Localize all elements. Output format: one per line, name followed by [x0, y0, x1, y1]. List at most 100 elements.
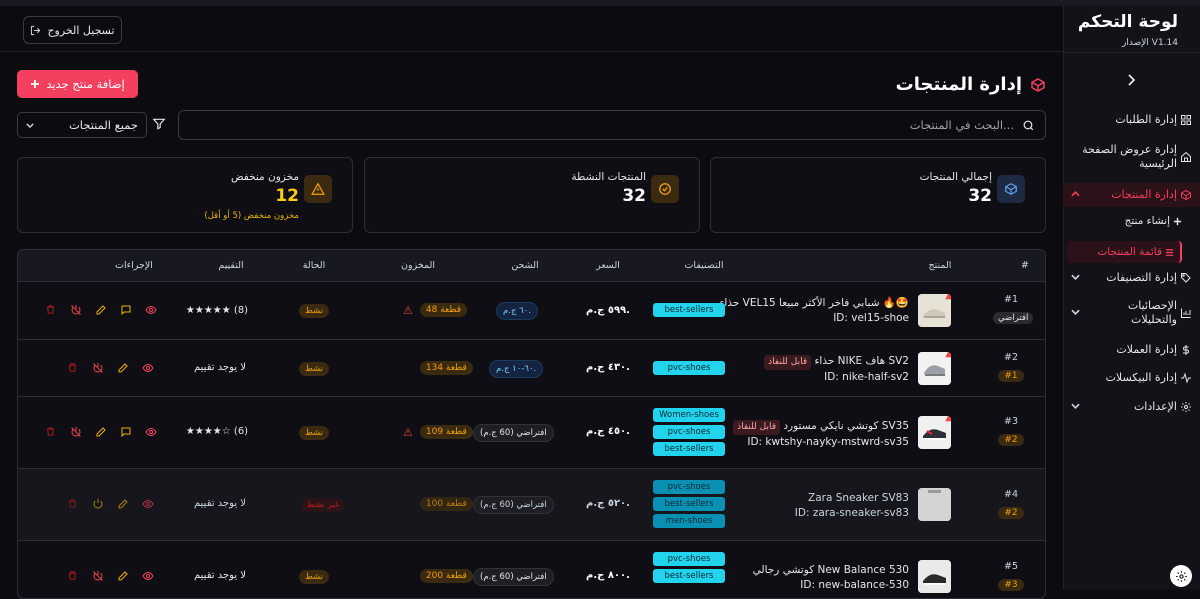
reviews-icon[interactable] [120, 304, 132, 316]
filter-value: جميع المنتجات [68, 118, 138, 132]
chevron-up-icon [1071, 190, 1080, 200]
category-chip: pvc-shoes [653, 480, 725, 494]
table-row[interactable]: #5 #3 كوتشي رجالي New Balance 530 ID: ne… [18, 541, 1045, 598]
edit-icon[interactable] [117, 362, 129, 374]
table-row[interactable]: #1 افتراضي ▲ حذاء VEL15 شبابي فاخر الأكث… [18, 282, 1045, 340]
deactivate-icon[interactable] [92, 362, 104, 374]
shipping-badge: ٦٠ ج.م. [496, 302, 538, 320]
deactivate-icon[interactable] [70, 426, 82, 438]
deactivate-icon[interactable] [92, 570, 104, 582]
row-actions [67, 362, 154, 374]
product-rating: ★★★★★ (8) [185, 305, 249, 316]
search-icon [1022, 119, 1035, 132]
stat-title: المنتجات النشطة [571, 171, 646, 183]
page-title: إدارة المنتجات [896, 74, 1046, 95]
tag-icon [1180, 272, 1192, 284]
row-number: #5 [1003, 561, 1018, 572]
delete-icon[interactable] [67, 362, 79, 374]
sidebar-item-categories[interactable]: إدارة التصنيفات [1063, 270, 1200, 286]
row-number: #2 [1003, 352, 1018, 363]
sidebar-item-label: إدارة الطلبات [1115, 113, 1177, 126]
sidebar-item-currencies[interactable]: إدارة العملات [1063, 342, 1200, 358]
warning-icon: ⚠ [403, 303, 413, 317]
accessibility-settings-button[interactable] [1170, 565, 1192, 587]
product-name-cell: قابل للنفاذ حذاء NIKE هاف SV2 ID: nike-h… [760, 354, 909, 385]
view-icon[interactable] [142, 570, 154, 582]
products-filter-select[interactable]: جميع المنتجات [17, 112, 147, 138]
col-status: الحالة [302, 260, 326, 271]
box-icon [997, 175, 1025, 203]
stock-cell: ⚠ 134 قطعة [403, 361, 473, 375]
shipping-badge: ٦٠-١٠ ج.م. [489, 360, 544, 378]
dollar-icon [1180, 344, 1192, 356]
product-id: ID: zara-sneaker-sv83 [794, 507, 909, 519]
view-icon[interactable] [142, 362, 154, 374]
table-row[interactable]: #4 #2 Zara Sneaker SV83 ID: zara-sneaker… [18, 469, 1045, 541]
out-of-stock-tag: قابل للنفاذ [764, 355, 812, 370]
table-row[interactable]: #2 #1 ▲ قابل للنفاذ حذاء NIKE هاف SV2 ID… [18, 340, 1045, 397]
sidebar-item-analytics[interactable]: الإحصائيات والتحليلات [1063, 298, 1200, 328]
delete-icon[interactable] [45, 304, 57, 316]
delete-icon[interactable] [67, 570, 79, 582]
stock-badge: 134 قطعة [419, 361, 473, 375]
logout-button[interactable]: تسجيل الخروج [23, 16, 122, 44]
product-thumbnail: ▲ [918, 294, 951, 327]
product-name-cell: قابل للنفاذ كوتشي نايكي مستورد SV35 ID: … [729, 419, 909, 450]
sidebar-item-label: إدارة عروض الصفحة الرئيسية [1082, 143, 1177, 170]
sidebar-item-pixels[interactable]: إدارة البيكسلات [1063, 370, 1200, 386]
add-product-label: إضافة منتج جديد [46, 77, 125, 91]
col-index: # [1021, 260, 1029, 271]
stat-title: إجمالي المنتجات [919, 171, 992, 183]
logout-icon [30, 25, 41, 36]
deactivate-icon[interactable] [70, 304, 82, 316]
stock-cell: ⚠ 200 قطعة [403, 569, 473, 583]
category-chip: pvc-shoes [653, 425, 725, 439]
gear-icon [1180, 401, 1192, 413]
warning-icon: ⚠ [403, 425, 413, 439]
product-price: ٨٠٠ ج.م. [586, 570, 630, 581]
product-categories: Women-shoes pvc-shoes best-sellers [653, 408, 725, 456]
sidebar-item-settings[interactable]: الإعدادات [1063, 399, 1200, 415]
edit-icon[interactable] [117, 570, 129, 582]
sidebar-divider [1063, 52, 1200, 53]
product-categories: pvc-shoes best-sellers men-shoes [653, 480, 725, 528]
delete-icon[interactable] [67, 498, 79, 510]
sidebar-item-products[interactable]: إدارة المنتجات [1063, 183, 1200, 207]
sidebar-item-label: الإحصائيات والتحليلات [1127, 299, 1177, 326]
sidebar-item-orders[interactable]: إدارة الطلبات [1063, 112, 1200, 128]
sidebar-item-home-offers[interactable]: إدارة عروض الصفحة الرئيسية [1063, 142, 1200, 172]
chart-icon [1180, 307, 1192, 319]
sidebar-item-products-list[interactable]: قائمة المنتجات [1067, 241, 1182, 263]
product-id: ID: nike-half-sv2 [824, 371, 909, 383]
category-chip: men-shoes [653, 514, 725, 528]
view-icon[interactable] [145, 304, 157, 316]
sidebar-item-label: الإعدادات [1133, 400, 1177, 413]
stat-card-low-stock: مخزون منخفض 12 مخزون منخفض (5 أو أقل) [17, 157, 353, 233]
product-id: ID: kwtshy-nayky-mstwrd-sv35 [747, 436, 909, 448]
row-actions [45, 426, 157, 438]
search-input[interactable]: البحث في المنتجات... [178, 110, 1046, 140]
product-thumbnail: ▲ [918, 352, 951, 385]
sidebar: لوحة التحكم الإصدار V1.14 إدارة الطلبات … [1063, 6, 1200, 590]
edit-icon[interactable] [95, 304, 107, 316]
check-circle-icon [651, 175, 679, 203]
sidebar-item-label: إدارة المنتجات [1111, 188, 1177, 201]
view-icon[interactable] [142, 498, 154, 510]
add-product-button[interactable]: إضافة منتج جديد [17, 70, 138, 98]
product-rating: لا يوجد تقييم [194, 498, 246, 509]
filter-icon[interactable] [152, 116, 166, 135]
product-rating: ★★★★☆ (6) [185, 426, 249, 437]
sidebar-item-create-product[interactable]: إنشاء منتج [1063, 212, 1200, 230]
delete-icon[interactable] [45, 426, 57, 438]
reviews-icon[interactable] [120, 426, 132, 438]
edit-icon[interactable] [95, 426, 107, 438]
row-number: #4 [1003, 489, 1018, 500]
activate-icon[interactable] [92, 498, 104, 510]
table-header: # المنتج التصنيفات السعر الشحن المخزون ا… [18, 250, 1045, 282]
table-row[interactable]: #3 #2 ▲ قابل للنفاذ كوتشي نايكي مستورد S… [18, 397, 1045, 469]
col-shipping: الشحن [511, 260, 539, 271]
collapse-sidebar-chevron-icon[interactable] [1126, 74, 1136, 90]
view-icon[interactable] [145, 426, 157, 438]
edit-icon[interactable] [117, 498, 129, 510]
product-thumbnail: ▲ [918, 416, 951, 449]
